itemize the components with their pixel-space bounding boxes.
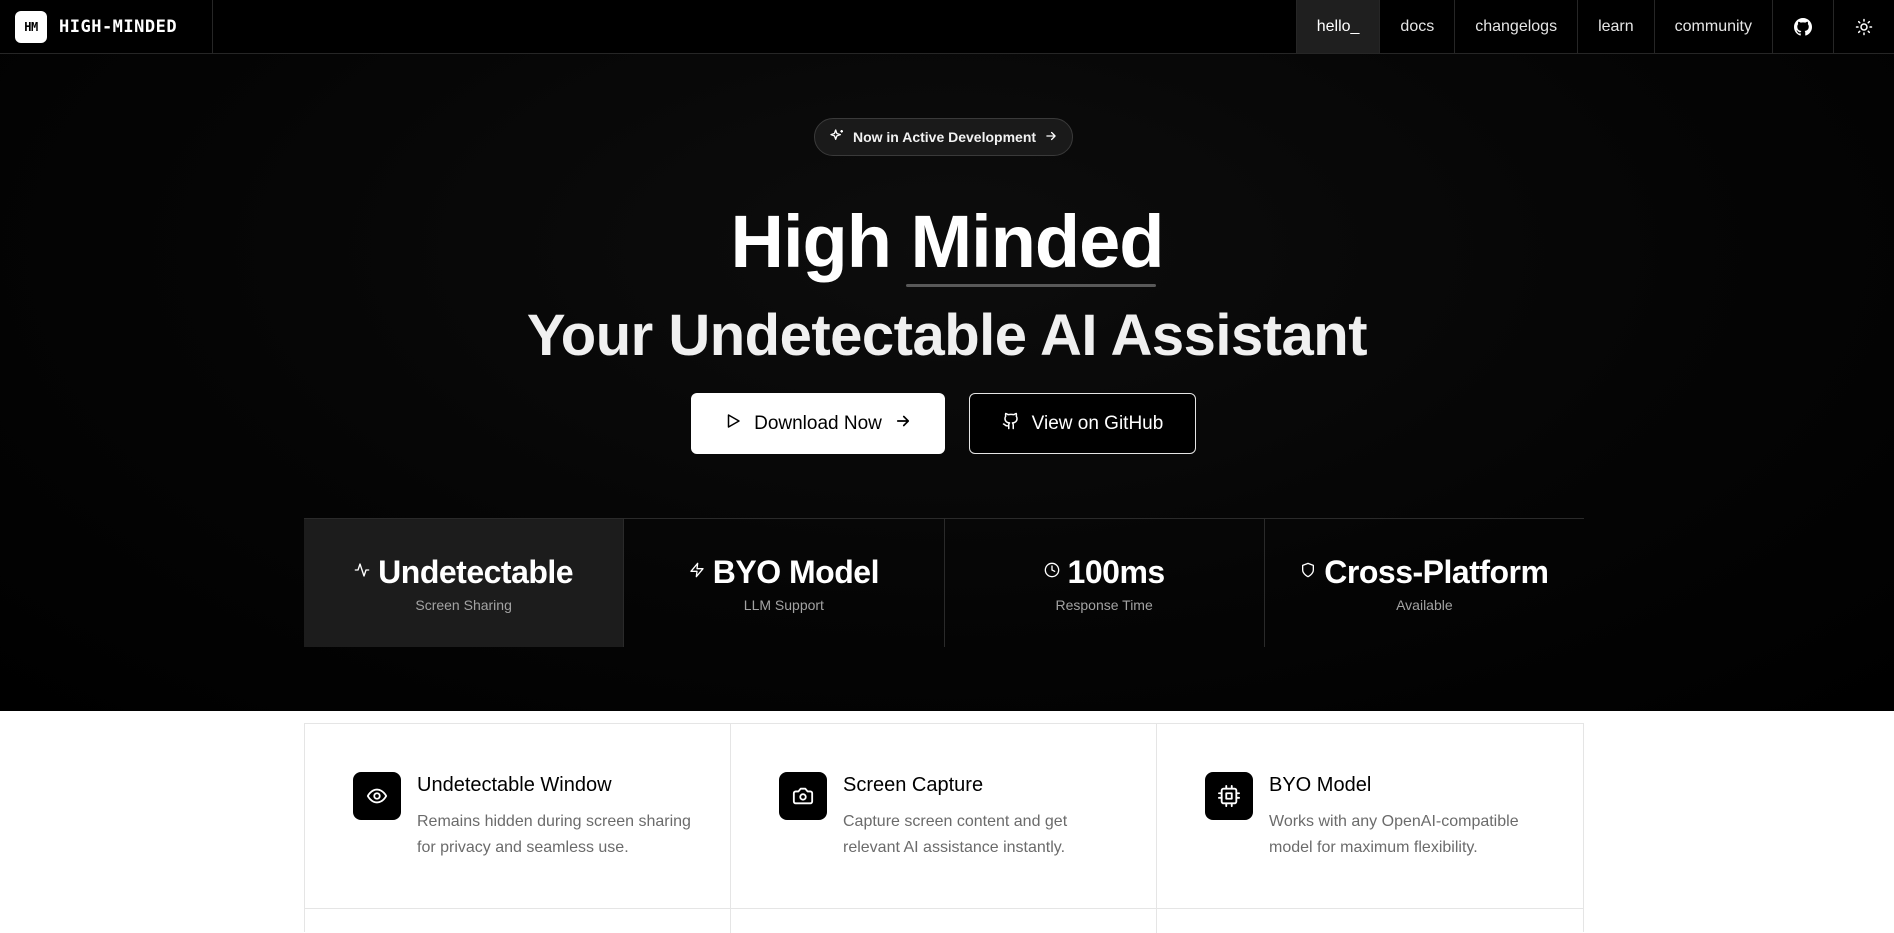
nav-link-community[interactable]: community: [1653, 0, 1772, 53]
hero-subtitle: Your Undetectable AI Assistant: [526, 303, 1368, 368]
nav-link-changelogs[interactable]: changelogs: [1454, 0, 1577, 53]
hero-section: Now in Active Development High Minded Yo…: [0, 54, 1894, 711]
stat-value: 100ms: [1067, 553, 1166, 590]
stat-response-time[interactable]: 100ms Response Time: [945, 519, 1265, 647]
sparkles-icon: [829, 128, 845, 147]
brand-logo[interactable]: HM: [15, 10, 47, 43]
clock-icon: [1044, 562, 1060, 583]
camera-icon: [779, 772, 827, 820]
play-icon: [724, 412, 742, 436]
feature-card-screen-capture[interactable]: Screen Capture Capture screen content an…: [731, 724, 1157, 909]
stats-row: Undetectable Screen Sharing BYO Model LL…: [304, 518, 1584, 647]
top-nav: HM HIGH-MINDED hello_ docs changelogs le…: [0, 0, 1894, 54]
view-on-github-button[interactable]: View on GitHub: [969, 393, 1196, 454]
stat-undetectable[interactable]: Undetectable Screen Sharing: [304, 519, 625, 647]
feature-card-byo-model[interactable]: BYO Model Works with any OpenAI-compatib…: [1157, 724, 1583, 909]
view-on-github-label: View on GitHub: [1031, 412, 1164, 434]
stat-label: Available: [1396, 596, 1453, 613]
nav-link-hello[interactable]: hello_: [1295, 0, 1380, 53]
feature-card-undetectable-window[interactable]: Undetectable Window Remains hidden durin…: [305, 724, 731, 909]
feature-description: Capture screen content and get relevant …: [843, 813, 1068, 856]
features-grid: Undetectable Window Remains hidden durin…: [304, 723, 1584, 933]
activity-icon: [354, 562, 370, 583]
feature-title: Screen Capture: [843, 774, 984, 796]
stat-cross-platform[interactable]: Cross-Platform Available: [1265, 519, 1584, 647]
feature-card-partial: [305, 909, 731, 933]
feature-card-partial: [731, 909, 1157, 933]
github-icon: [1002, 412, 1020, 436]
stat-value: Cross-Platform: [1324, 553, 1549, 590]
shield-icon: [1300, 562, 1316, 583]
badge-label: Now in Active Development: [852, 129, 1037, 145]
zap-icon: [689, 562, 705, 583]
feature-description: Works with any OpenAI-compatible model f…: [1269, 813, 1519, 856]
stat-label: LLM Support: [743, 596, 824, 613]
stat-label: Screen Sharing: [415, 596, 512, 613]
development-badge[interactable]: Now in Active Development: [814, 118, 1073, 156]
stat-value: Undetectable: [378, 553, 574, 590]
stat-value: BYO Model: [712, 553, 880, 590]
arrow-right-icon: [894, 412, 912, 436]
download-now-label: Download Now: [754, 412, 882, 434]
stat-byo-model[interactable]: BYO Model LLM Support: [624, 519, 945, 647]
cpu-icon: [1205, 772, 1253, 820]
eye-icon: [353, 772, 401, 820]
brand-name[interactable]: HIGH-MINDED: [59, 17, 177, 37]
arrow-right-icon: [1044, 129, 1058, 146]
brand[interactable]: HM HIGH-MINDED: [0, 0, 213, 53]
download-now-button[interactable]: Download Now: [691, 393, 945, 454]
feature-title: Undetectable Window: [417, 774, 612, 796]
nav-links: hello_ docs changelogs learn community: [1295, 0, 1894, 53]
sun-icon[interactable]: [1833, 0, 1894, 53]
feature-title: BYO Model: [1269, 774, 1372, 796]
nav-link-docs[interactable]: docs: [1379, 0, 1454, 53]
feature-card-partial: [1157, 909, 1583, 933]
hero-title: High Minded: [730, 200, 1165, 283]
nav-link-learn[interactable]: learn: [1577, 0, 1654, 53]
github-icon[interactable]: [1772, 0, 1833, 53]
feature-description: Remains hidden during screen sharing for…: [417, 813, 691, 856]
title-underline: [906, 284, 1156, 287]
stat-label: Response Time: [1055, 596, 1153, 613]
